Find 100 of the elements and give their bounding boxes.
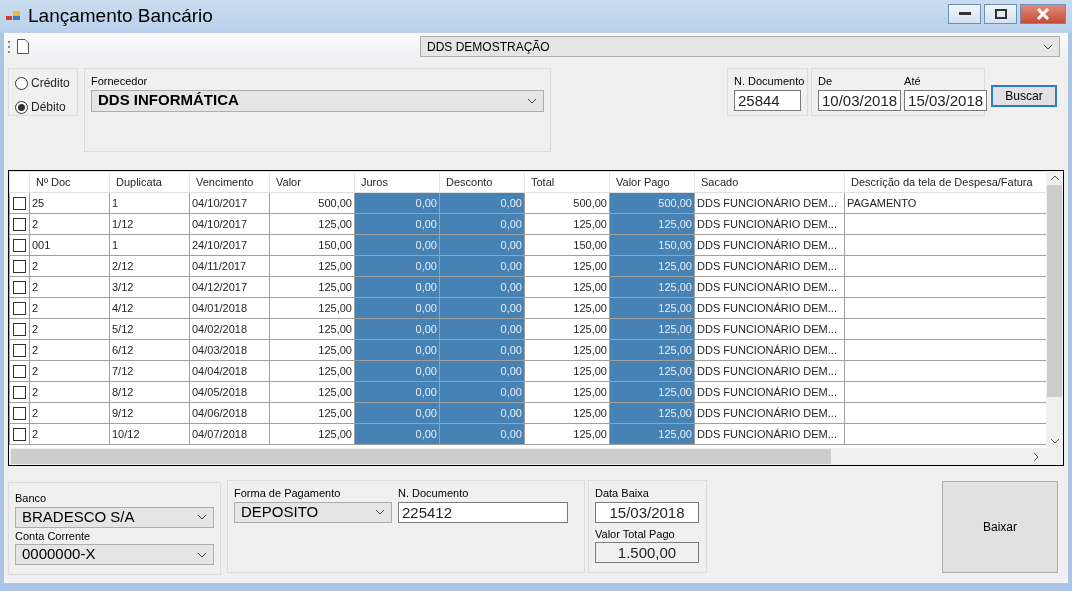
document-field[interactable]: 25844 <box>734 89 801 111</box>
document-field[interactable]: 225412 <box>398 501 568 523</box>
table-cell: 125,00 <box>524 402 610 424</box>
table-cell: DDS FUNCIONÁRIO DEM... <box>694 360 845 382</box>
column-header[interactable]: Nº Doc <box>29 171 110 193</box>
table-cell: 125,00 <box>524 423 610 445</box>
field-label: N. Documento <box>398 486 470 501</box>
table-cell: 6/12 <box>109 339 190 361</box>
table-cell: 125,00 <box>269 297 355 319</box>
date-field[interactable]: 15/03/2018 <box>595 501 699 523</box>
horizontal-scrollbar[interactable] <box>9 448 1063 465</box>
row-checkbox[interactable] <box>13 197 26 211</box>
table-cell: 1 <box>109 234 190 256</box>
table-cell: 2 <box>29 381 110 403</box>
chevron-icon <box>527 97 537 104</box>
table-cell: 8/12 <box>109 381 190 403</box>
table-cell: 2 <box>29 297 110 319</box>
table-cell: 4/12 <box>109 297 190 319</box>
total-field: 1.500,00 <box>595 542 699 563</box>
column-header[interactable]: Descrição da tela de Despesa/Fatura <box>844 171 1046 193</box>
field-label: Forma de Pagamento <box>234 486 342 501</box>
table-cell: 125,00 <box>524 297 610 319</box>
row-checkbox[interactable] <box>13 344 26 358</box>
table-cell: 2 <box>29 255 110 277</box>
table-cell: 125,00 <box>269 381 355 403</box>
table-cell: 125,00 <box>524 339 610 361</box>
row-checkbox[interactable] <box>13 365 26 379</box>
radio-button[interactable] <box>15 100 28 114</box>
settle-button[interactable]: Baixar <box>942 481 1058 573</box>
table-cell: 125,00 <box>269 423 355 445</box>
maximize-button[interactable] <box>984 3 1017 24</box>
table-cell: 2 <box>29 276 110 298</box>
scroll-right-icon[interactable] <box>1031 451 1041 462</box>
table-cell: 125,00 <box>269 213 355 235</box>
new-document-icon[interactable] <box>17 39 29 54</box>
table-cell: 04/10/2017 <box>189 213 270 235</box>
table-cell: 04/07/2018 <box>189 423 270 445</box>
row-checkbox[interactable] <box>13 239 26 253</box>
table-cell: 2 <box>29 423 110 445</box>
radio-button[interactable] <box>15 76 28 90</box>
minimize-button[interactable] <box>948 3 981 24</box>
table-cell: 125,00 <box>524 276 610 298</box>
table-cell: DDS FUNCIONÁRIO DEM... <box>694 234 845 256</box>
close-button[interactable] <box>1020 3 1066 24</box>
grip-icon <box>8 39 11 54</box>
table-cell: 2/12 <box>109 255 190 277</box>
row-checkbox[interactable] <box>13 323 26 337</box>
table-cell: 125,00 <box>269 276 355 298</box>
minimize-icon <box>958 11 971 16</box>
supplier-dropdown[interactable]: DDS INFORMÁTICA <box>91 89 544 112</box>
row-checkbox[interactable] <box>13 260 26 274</box>
table-cell: 7/12 <box>109 360 190 382</box>
column-header[interactable]: Juros <box>354 171 440 193</box>
vertical-scrollbar[interactable] <box>1046 171 1063 449</box>
table-cell: DDS FUNCIONÁRIO DEM... <box>694 297 845 319</box>
row-checkbox[interactable] <box>13 407 26 421</box>
payment-method-dropdown[interactable]: DEPOSITO <box>234 501 392 523</box>
table-cell: 500,00 <box>524 192 610 214</box>
table-cell: 04/02/2018 <box>189 318 270 340</box>
row-checkbox[interactable] <box>13 218 26 232</box>
column-header[interactable]: Vencimento <box>189 171 270 193</box>
table-cell: 125,00 <box>524 213 610 235</box>
row-checkbox[interactable] <box>13 281 26 295</box>
row-checkbox[interactable] <box>13 302 26 316</box>
close-icon <box>1036 7 1050 20</box>
column-header[interactable]: Total <box>524 171 610 193</box>
column-header[interactable]: Duplicata <box>109 171 190 193</box>
column-header[interactable]: Valor Pago <box>609 171 695 193</box>
chevron-icon <box>1043 43 1053 50</box>
table-cell: 9/12 <box>109 402 190 424</box>
column-header[interactable]: Sacado <box>694 171 845 193</box>
table-cell: 5/12 <box>109 318 190 340</box>
account-dropdown[interactable]: 0000000-X <box>15 544 214 565</box>
search-button[interactable]: Buscar <box>991 85 1057 107</box>
company-dropdown[interactable]: DDS DEMOSTRAÇÃO <box>420 36 1060 57</box>
field-label: Até <box>904 74 922 89</box>
table-cell: DDS FUNCIONÁRIO DEM... <box>694 276 845 298</box>
column-header[interactable]: Desconto <box>439 171 525 193</box>
chevron-icon <box>197 514 207 520</box>
table-cell: 04/06/2018 <box>189 402 270 424</box>
row-checkbox[interactable] <box>13 428 26 442</box>
table-cell: 10/12 <box>109 423 190 445</box>
date-field[interactable]: 10/03/2018 <box>818 89 902 111</box>
table-cell: 04/03/2018 <box>189 339 270 361</box>
date-field[interactable]: 15/03/2018 <box>904 89 988 111</box>
table-cell: 25 <box>29 192 110 214</box>
bank-dropdown[interactable]: BRADESCO S/A <box>15 506 214 528</box>
table-cell: 04/04/2018 <box>189 360 270 382</box>
field-label: Fornecedor <box>91 74 149 89</box>
field-label: Banco <box>15 491 48 506</box>
maximize-icon <box>994 8 1007 19</box>
table-cell: 125,00 <box>269 318 355 340</box>
column-header[interactable]: Valor <box>269 171 355 193</box>
table-cell: DDS FUNCIONÁRIO DEM... <box>694 213 845 235</box>
table-cell: 2 <box>29 360 110 382</box>
table-cell: 2 <box>29 339 110 361</box>
table-cell: 1 <box>109 192 190 214</box>
table-cell: 125,00 <box>524 381 610 403</box>
row-checkbox[interactable] <box>13 386 26 400</box>
radio-label: Débito <box>31 99 66 116</box>
